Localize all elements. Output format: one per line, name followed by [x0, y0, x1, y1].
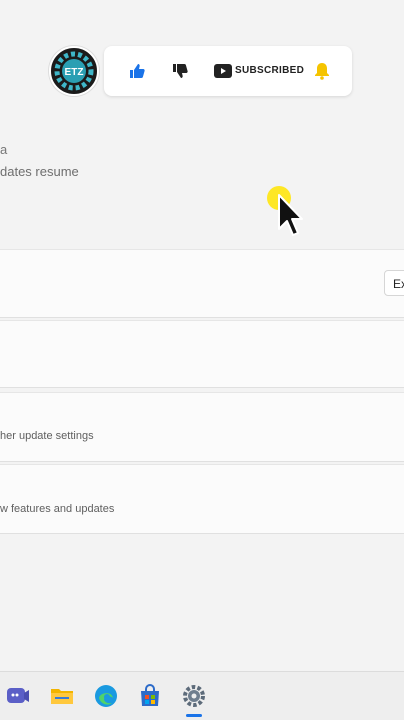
active-app-indicator: [186, 714, 202, 717]
settings-card-pause-updates[interactable]: Ex: [0, 249, 404, 318]
avatar-label: ETZ: [65, 67, 84, 78]
expand-button[interactable]: Ex: [384, 270, 404, 296]
file-explorer-icon[interactable]: [50, 684, 74, 708]
taskbar: [0, 671, 404, 720]
settings-card-insider-program[interactable]: w features and updates: [0, 464, 404, 534]
gear-logo-icon: ETZ: [52, 49, 96, 93]
store-icon[interactable]: [138, 684, 162, 708]
youtube-icon: [214, 64, 232, 83]
card-subtitle: w features and updates: [0, 503, 115, 515]
partial-heading: a: [0, 142, 8, 157]
thumbs-up-icon[interactable]: [128, 62, 146, 85]
mouse-pointer-icon: [277, 193, 303, 246]
meet-icon[interactable]: [6, 684, 30, 708]
subscribed-label[interactable]: SUBSCRIBED: [235, 65, 304, 76]
subscribe-bar: SUBSCRIBED: [104, 46, 352, 96]
pause-status-text: dates resume: [0, 164, 79, 179]
settings-card-advanced-options[interactable]: her update settings: [0, 392, 404, 462]
thumbs-down-icon[interactable]: [171, 62, 189, 85]
settings-icon[interactable]: [182, 684, 206, 708]
screen: ETZ SUBSCRIBED a dates resume E her upda…: [0, 0, 404, 720]
settings-card-update-history[interactable]: [0, 320, 404, 388]
edge-icon[interactable]: [94, 684, 118, 708]
bell-icon[interactable]: [314, 62, 330, 85]
channel-avatar[interactable]: ETZ: [49, 46, 99, 96]
card-subtitle: her update settings: [0, 430, 94, 442]
